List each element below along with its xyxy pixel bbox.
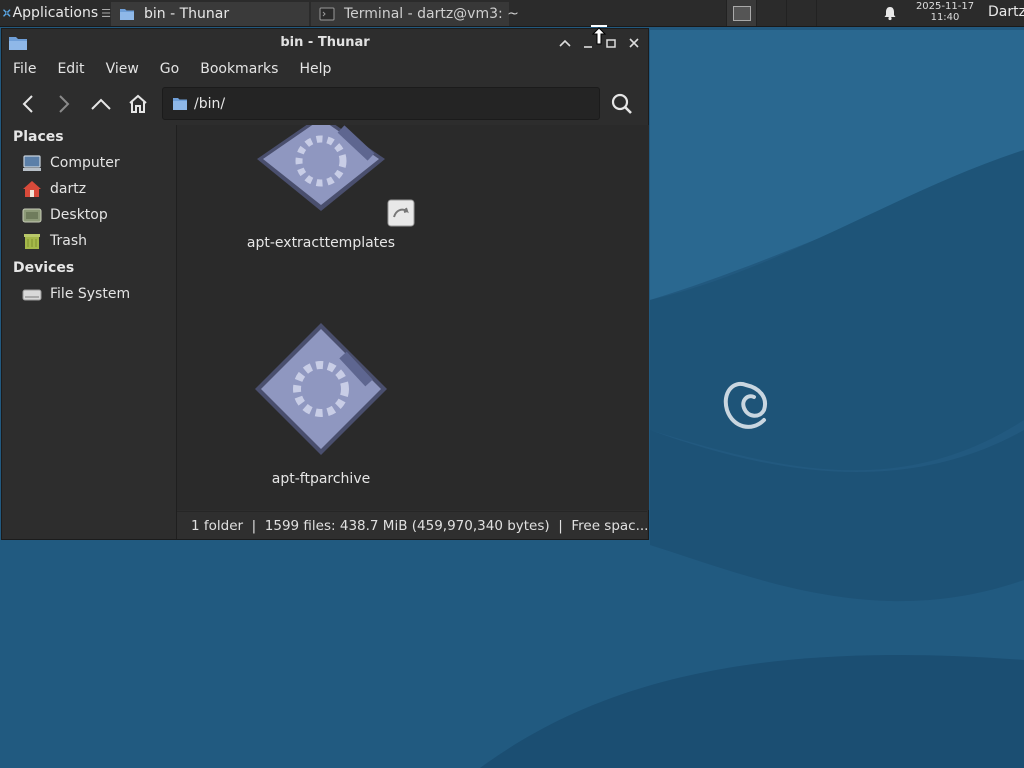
file-name: apt-extracttemplates [246,235,396,251]
workspace-3[interactable] [786,0,816,26]
file-item[interactable]: apt-ftparchive [221,321,421,496]
terminal-icon [319,7,335,20]
taskbar-item-label: Terminal - dartz@vm3: ~ [344,5,519,22]
shade-button[interactable] [555,33,575,53]
workspace-2[interactable] [756,0,786,26]
file-name: apt-ftparchive [271,471,371,487]
notification-bell-icon[interactable] [882,5,898,21]
executable-icon [257,125,385,211]
sidebar-item-label: dartz [50,181,87,197]
up-arrow-icon [91,98,111,110]
workspace-switcher [726,0,846,26]
sidebar-item-label: Trash [50,233,87,249]
clock-time: 11:40 [930,12,960,23]
menu-edit[interactable]: Edit [46,61,94,77]
sidebar-item-computer[interactable]: Computer [22,151,120,175]
window-titlebar[interactable]: bin - Thunar [2,29,648,57]
workspace-4[interactable] [816,0,846,26]
sidebar-item-dartz[interactable]: dartz [22,177,86,201]
close-icon [629,38,639,48]
file-item[interactable]: apt-extracttemplates [221,125,421,255]
sidebar-item-desktop[interactable]: Desktop [22,203,108,227]
clock-date: 2025-11-17 [915,1,975,12]
sidebar-item-label: Desktop [50,207,108,223]
file-view[interactable]: apt-extracttemplates apt-ftparchive [177,125,647,510]
back-button[interactable] [15,91,41,117]
sidebar: Places Computer dartz Desktop Trash Devi… [2,125,175,539]
executable-icon [255,323,387,455]
menu-go[interactable]: Go [149,61,189,77]
trash-icon [24,234,40,249]
close-button[interactable] [624,33,644,53]
symlink-badge-icon [387,199,415,227]
location-path: /bin/ [194,95,226,112]
search-button[interactable] [609,91,635,117]
taskbar-item-terminal[interactable]: Terminal - dartz@vm3: ~ [311,1,519,26]
sidebar-item-trash[interactable]: Trash [22,229,87,253]
sidebar-item-label: Computer [50,155,120,171]
user-menu[interactable]: Dartz [988,4,1024,20]
workspace-1[interactable] [726,0,756,26]
clock[interactable]: 2025-11-17 11:40 [910,1,980,23]
menubar: File Edit View Go Bookmarks Help [2,57,648,81]
menu-file[interactable]: File [2,61,46,77]
sidebar-item-file-system[interactable]: File System [22,282,130,306]
applications-menu-button[interactable]: Applications ☰ [0,0,111,26]
drive-icon [22,289,42,301]
applications-label: Applications [12,5,99,21]
scrollbar[interactable] [646,125,649,510]
folder-icon [120,8,134,20]
menu-bookmarks[interactable]: Bookmarks [189,61,288,77]
menu-help[interactable]: Help [288,61,341,77]
back-arrow-icon [22,95,33,113]
sidebar-item-label: File System [50,286,131,302]
search-icon [611,93,632,114]
computer-icon [23,155,41,171]
desktop-icon [22,208,42,223]
thunar-window: bin - Thunar File Edit View Go Bookmarks… [1,28,649,540]
sidebar-heading-places: Places [13,129,64,145]
status-text: 1 folder | 1599 files: 438.7 MiB (459,97… [191,517,647,534]
taskbar-item-label: bin - Thunar [144,5,230,22]
home-icon [23,181,41,197]
home-icon [129,94,147,113]
chevron-up-icon [559,39,571,47]
xfce-logo-icon [3,9,11,17]
parent-folder-button[interactable] [88,91,114,117]
home-button[interactable] [125,91,151,117]
sidebar-heading-devices: Devices [13,260,75,276]
menu-view[interactable]: View [95,61,149,77]
taskbar-item-thunar[interactable]: bin - Thunar [111,1,309,26]
forward-button[interactable] [51,91,77,117]
resize-cursor-icon [591,25,607,45]
toolbar: /bin/ [2,83,648,123]
forward-arrow-icon [59,95,70,113]
top-panel: Applications ☰ bin - Thunar Terminal - d… [0,0,1024,27]
location-bar[interactable]: /bin/ [162,87,600,120]
window-title: bin - Thunar [280,35,370,50]
applications-menu-suffix: ☰ [101,6,111,20]
status-bar: 1 folder | 1599 files: 438.7 MiB (459,97… [177,511,647,539]
folder-icon [173,97,187,110]
